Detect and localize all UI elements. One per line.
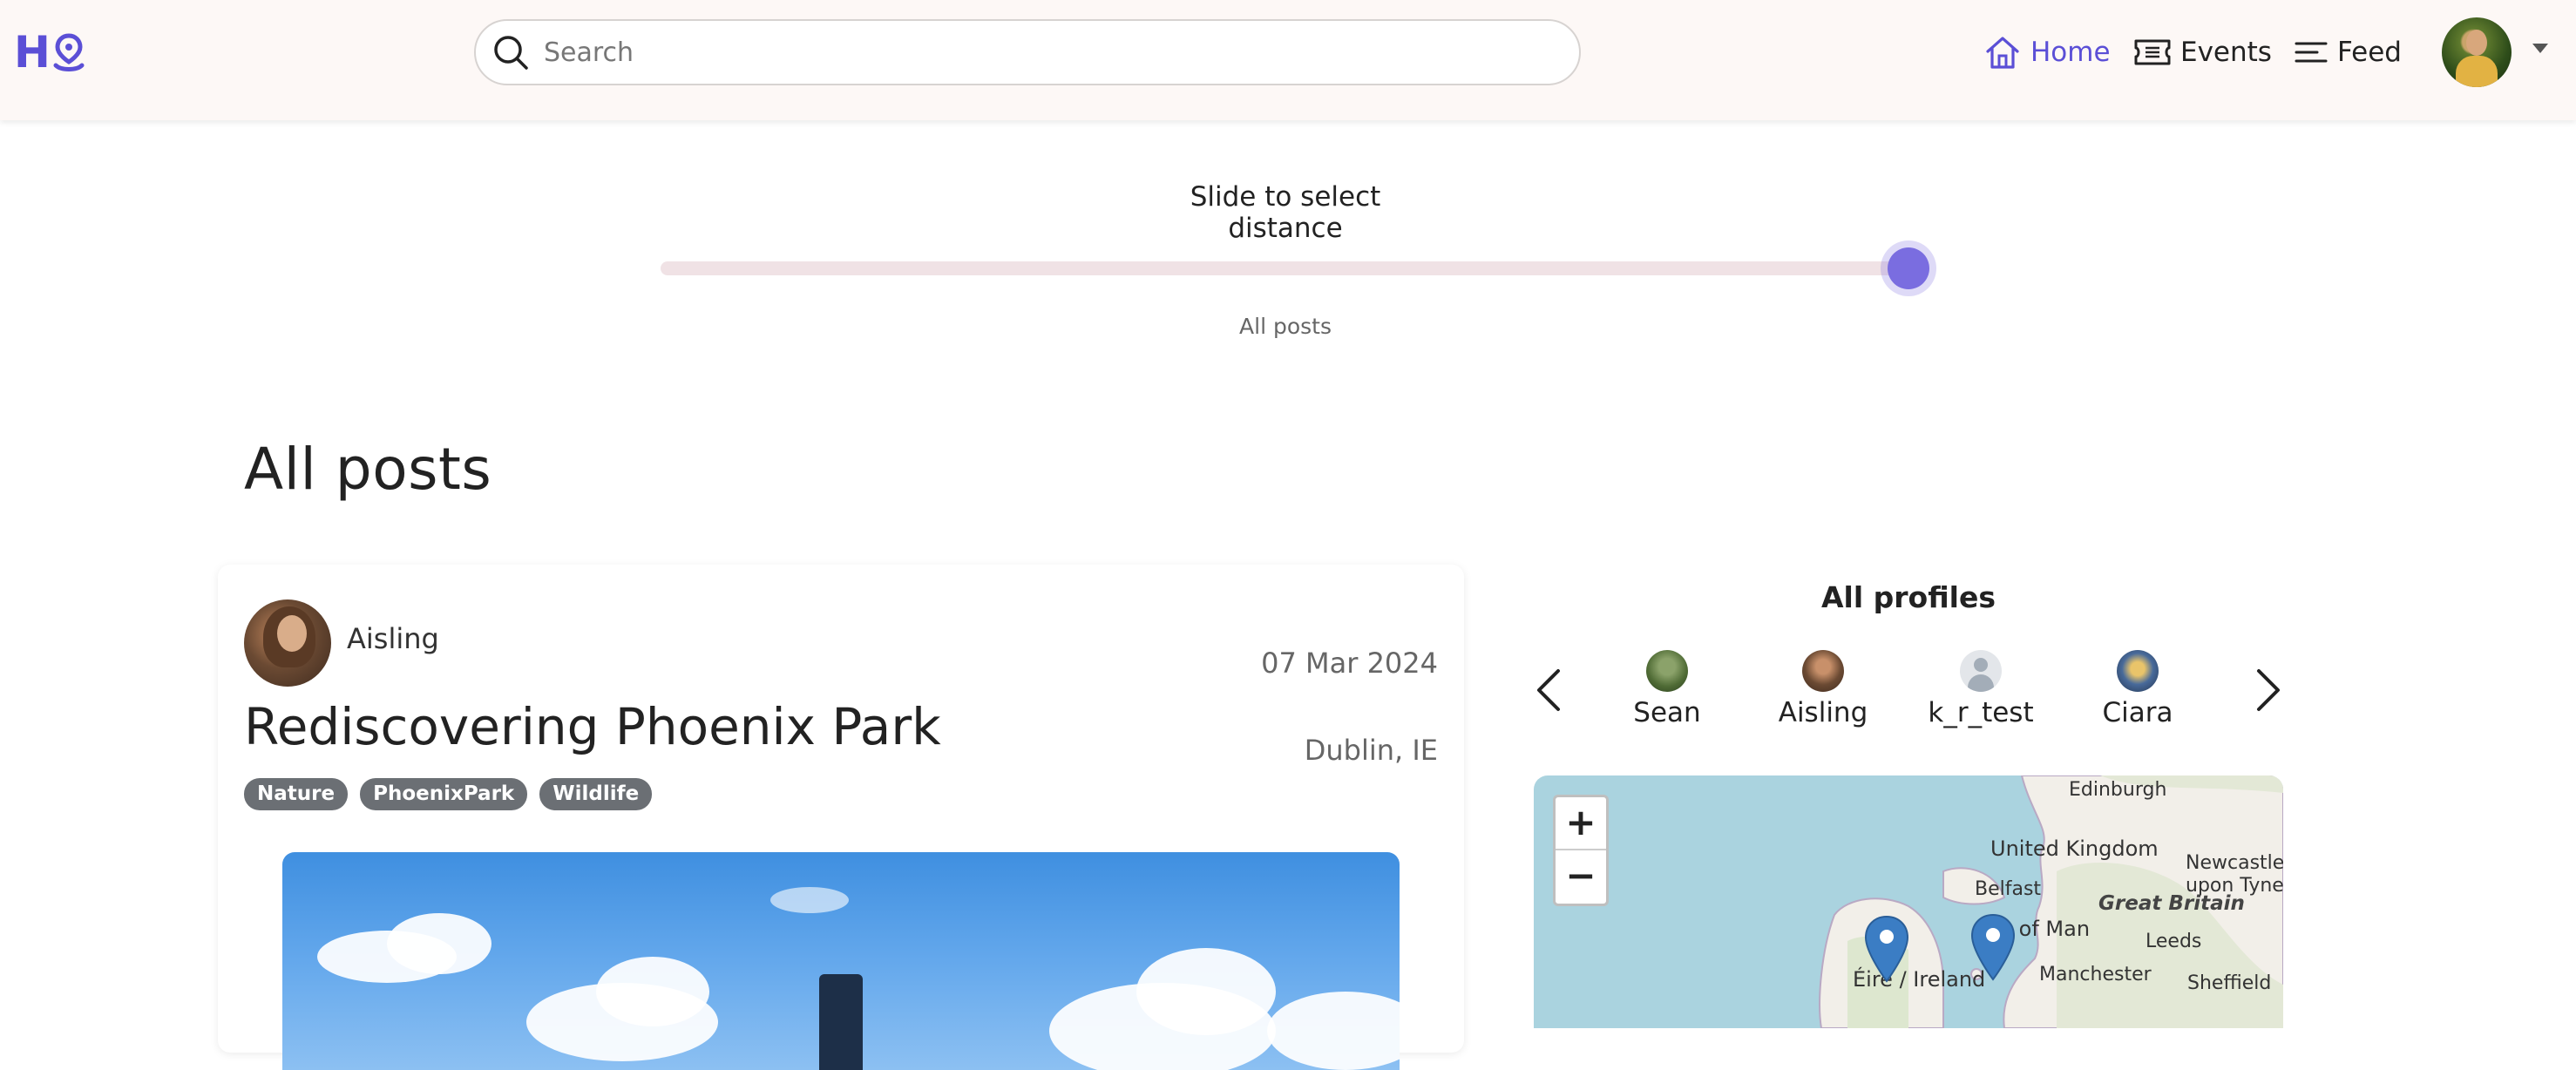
tag-badge[interactable]: Nature <box>244 778 349 811</box>
profile-name: Aisling <box>1778 697 1868 728</box>
chevron-right-icon[interactable] <box>2255 667 2281 713</box>
map-marker-icon[interactable] <box>1863 915 1910 985</box>
nav-home-link[interactable]: Home <box>1983 31 2111 73</box>
search-icon <box>494 36 528 70</box>
chevron-down-icon[interactable] <box>2532 44 2548 53</box>
tag-badge[interactable]: PhoenixPark <box>360 778 528 811</box>
distance-slider-thumb[interactable] <box>1888 247 1929 289</box>
top-navbar: H Home E <box>0 0 2576 120</box>
zoom-out-button[interactable]: − <box>1556 850 1606 904</box>
post-location: Dublin, IE <box>1304 734 1438 767</box>
map-label-belfast: Belfast <box>1975 878 2042 900</box>
map-label-uk: United Kingdom <box>1990 836 2159 861</box>
nav-events-link[interactable]: Events <box>2133 31 2272 73</box>
profile-name: k_r_test <box>1928 697 2034 728</box>
profile-avatar <box>1646 650 1688 692</box>
profile-avatar <box>2117 650 2159 692</box>
slider-value-text: All posts <box>1239 314 1332 339</box>
logo-letter: H <box>14 27 51 78</box>
nav-feed-link[interactable]: Feed <box>2294 31 2402 73</box>
zoom-in-button[interactable]: + <box>1556 797 1606 850</box>
profile-item-sean[interactable]: Sean <box>1602 650 1732 728</box>
profile-item-k-r-test[interactable]: k_r_test <box>1915 650 2046 728</box>
map-label-sheffield: Sheffield <box>2187 972 2272 994</box>
ticket-icon <box>2134 39 2171 65</box>
feed-icon <box>2295 42 2328 63</box>
map-label-great-britain: Great Britain <box>2098 892 2245 915</box>
post-date: 07 Mar 2024 <box>1261 647 1438 680</box>
nav-home-label: Home <box>2030 37 2111 68</box>
chevron-left-icon[interactable] <box>1535 667 1562 713</box>
nav-events-label: Events <box>2180 37 2272 68</box>
location-pin-logo-icon <box>53 33 85 71</box>
map-label-newcastle-1: Newcastle <box>2186 852 2283 874</box>
profile-avatar <box>1802 650 1844 692</box>
profile-item-ciara[interactable]: Ciara <box>2072 650 2203 728</box>
page-title: All posts <box>244 436 492 503</box>
user-avatar[interactable] <box>2442 17 2512 87</box>
default-avatar-icon <box>1960 650 2002 692</box>
post-author-avatar[interactable] <box>244 599 331 687</box>
search-input[interactable] <box>544 37 1546 68</box>
post-author-name[interactable]: Aisling <box>347 622 439 655</box>
post-title[interactable]: Rediscovering Phoenix Park <box>244 697 941 756</box>
nav-feed-label: Feed <box>2337 37 2402 68</box>
tag-badge[interactable]: Wildlife <box>539 778 653 811</box>
map-zoom-control: + − <box>1553 795 1609 906</box>
app-logo[interactable]: H <box>14 30 85 75</box>
map-label-edinburgh: Edinburgh <box>2069 779 2167 801</box>
profile-name: Ciara <box>2102 697 2173 728</box>
profiles-title: All profiles <box>1820 580 1996 614</box>
home-icon <box>1986 37 2019 69</box>
profile-item-aisling[interactable]: Aisling <box>1758 650 1888 728</box>
map-view[interactable]: Edinburgh United Kingdom Newcastle upon … <box>1534 775 2283 1028</box>
map-label-manchester: Manchester <box>2039 964 2152 985</box>
profile-name: Sean <box>1633 697 1701 728</box>
distance-slider-track[interactable] <box>661 261 1910 275</box>
map-marker-icon[interactable] <box>1969 913 2017 983</box>
post-tags: Nature PhoenixPark Wildlife <box>244 778 653 811</box>
post-image[interactable] <box>282 852 1400 1070</box>
search-bar[interactable] <box>474 19 1581 85</box>
slider-label: Slide to select distance <box>1190 181 1381 244</box>
map-label-leeds: Leeds <box>2146 931 2202 952</box>
